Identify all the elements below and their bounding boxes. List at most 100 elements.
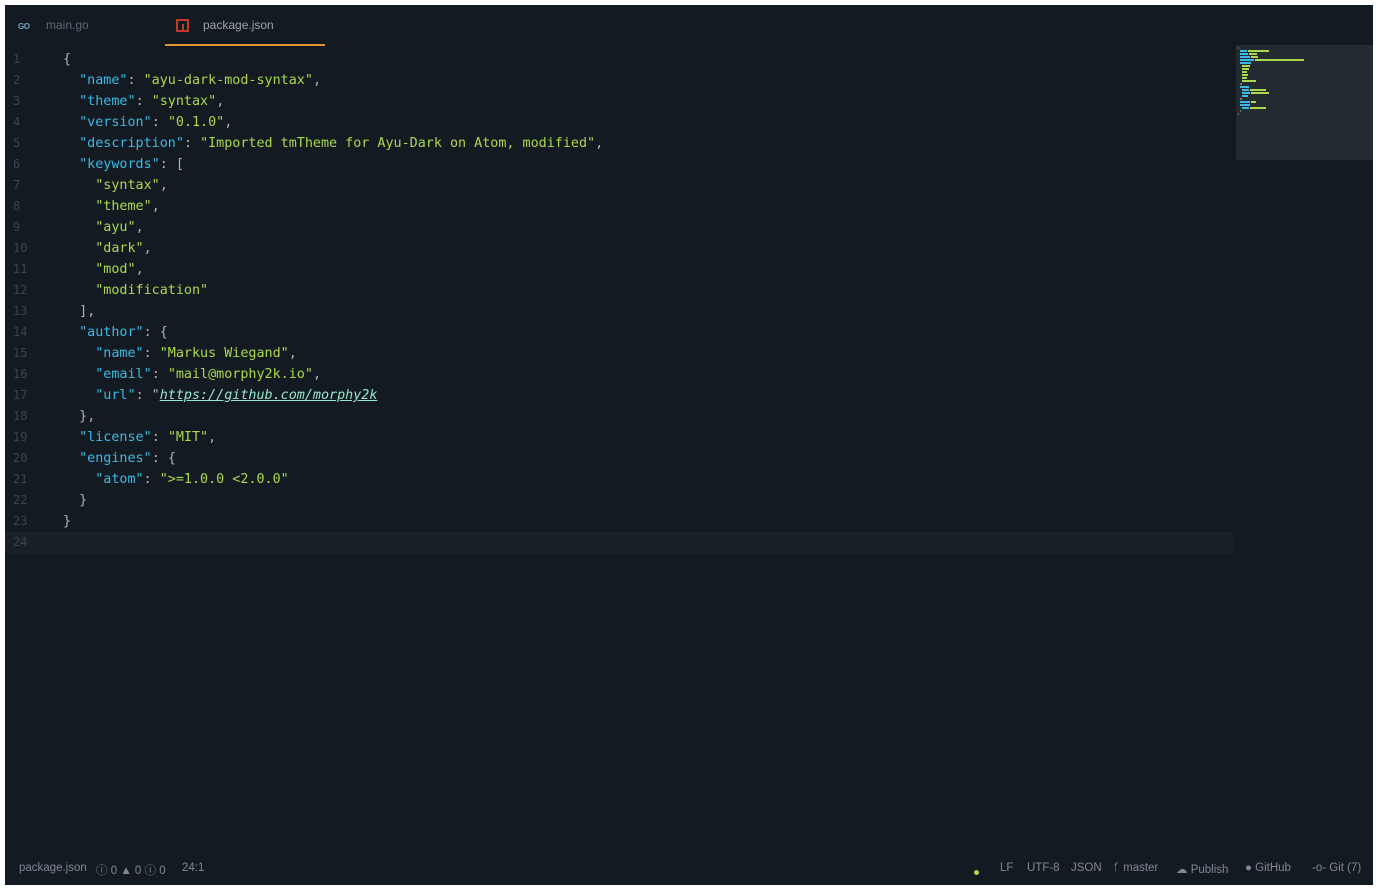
- line-number: 15: [13, 346, 28, 360]
- error-count: 0: [110, 865, 118, 877]
- line-number: 24: [13, 535, 28, 549]
- minimap-token: [1238, 113, 1239, 115]
- minimap-token: [1250, 107, 1266, 109]
- line-number: 10: [13, 241, 28, 255]
- code-line[interactable]: 22 }: [5, 490, 1233, 511]
- minimap-token: [1250, 89, 1266, 91]
- minimap[interactable]: [1236, 45, 1373, 160]
- warning-count: 0: [134, 865, 142, 877]
- line-number: 12: [13, 283, 28, 297]
- status-file-name[interactable]: package.json: [19, 862, 87, 874]
- minimap-token: [1242, 74, 1248, 76]
- git-button[interactable]: -o- Git (7): [1312, 862, 1361, 874]
- line-number: 17: [13, 388, 28, 402]
- line-code: "ayu",: [95, 220, 144, 235]
- line-number: 23: [13, 514, 28, 528]
- line-ending[interactable]: LF: [1000, 862, 1013, 874]
- code-line[interactable]: 3 "theme": "syntax",: [5, 91, 1233, 112]
- code-line[interactable]: 20 "engines": {: [5, 448, 1233, 469]
- minimap-token: [1240, 56, 1250, 58]
- code-line[interactable]: 19 "license": "MIT",: [5, 427, 1233, 448]
- minimap-token: [1251, 56, 1258, 58]
- minimap-token: [1240, 98, 1242, 100]
- branch[interactable]: ᚶ master: [1113, 862, 1158, 874]
- code-line[interactable]: 14 "author": {: [5, 322, 1233, 343]
- code-line[interactable]: 16 "email": "mail@morphy2k.io",: [5, 364, 1233, 385]
- minimap-token: [1240, 104, 1250, 106]
- minimap-token: [1242, 68, 1249, 70]
- code-line[interactable]: 5 "description": "Imported tmTheme for A…: [5, 133, 1233, 154]
- line-number: 14: [13, 325, 28, 339]
- line-number: 13: [13, 304, 28, 318]
- line-code: }: [63, 514, 72, 529]
- code-line[interactable]: 18 },: [5, 406, 1233, 427]
- tab-label: package.json: [203, 18, 274, 32]
- branch-label: master: [1123, 862, 1159, 874]
- editor-window: GO main.go package.json 1{2 "name": "ayu…: [5, 5, 1373, 885]
- line-code: "email": "mail@morphy2k.io",: [95, 367, 321, 382]
- minimap-token: [1242, 107, 1249, 109]
- encoding[interactable]: UTF-8: [1027, 862, 1060, 874]
- go-file-icon: GO: [18, 22, 30, 31]
- code-line[interactable]: 9 "ayu",: [5, 217, 1233, 238]
- line-code: {: [63, 52, 72, 67]
- code-line[interactable]: 24: [5, 532, 1233, 553]
- info-count: 0: [159, 865, 166, 877]
- branch-icon: ᚶ: [1113, 862, 1120, 874]
- minimap-token: [1249, 53, 1257, 55]
- minimap-token: [1251, 101, 1256, 103]
- code-line[interactable]: 13 ],: [5, 301, 1233, 322]
- line-number: 6: [13, 157, 21, 171]
- line-number: 22: [13, 493, 28, 507]
- code-line[interactable]: 2 "name": "ayu-dark-mod-syntax",: [5, 70, 1233, 91]
- code-line[interactable]: 1{: [5, 49, 1233, 70]
- code-line[interactable]: 8 "theme",: [5, 196, 1233, 217]
- line-number: 4: [13, 115, 21, 129]
- git-commit-icon: -o-: [1312, 862, 1327, 874]
- diagnostics[interactable]: ⓘ 0 ▲ 0 ⓘ 0: [96, 862, 166, 878]
- line-number: 5: [13, 136, 21, 150]
- line-code: ],: [79, 304, 96, 319]
- line-number: 21: [13, 472, 28, 486]
- minimap-token: [1251, 92, 1269, 94]
- line-code: "modification": [95, 283, 209, 298]
- github-label: GitHub: [1255, 862, 1291, 874]
- minimap-token: [1248, 50, 1269, 52]
- code-line[interactable]: 23}: [5, 511, 1233, 532]
- code-editor[interactable]: 1{2 "name": "ayu-dark-mod-syntax", 3 "the…: [5, 45, 1233, 865]
- code-line[interactable]: 17 "url": "https://github.com/morphy2k: [5, 385, 1233, 406]
- line-number: 3: [13, 94, 21, 108]
- code-line[interactable]: 10 "dark",: [5, 238, 1233, 259]
- code-line[interactable]: 12 "modification": [5, 280, 1233, 301]
- minimap-token: [1240, 59, 1254, 61]
- tab-main-go[interactable]: GO main.go: [5, 5, 155, 45]
- tab-package-json[interactable]: package.json: [165, 5, 325, 46]
- publish-button[interactable]: ☁ Publish: [1176, 862, 1228, 876]
- line-number: 19: [13, 430, 28, 444]
- code-line[interactable]: 21 "atom": ">=1.0.0 <2.0.0": [5, 469, 1233, 490]
- code-line[interactable]: 4 "version": "0.1.0",: [5, 112, 1233, 133]
- line-code: "atom": ">=1.0.0 <2.0.0": [95, 472, 289, 487]
- line-number: 16: [13, 367, 28, 381]
- line-number: 9: [13, 220, 21, 234]
- grammar[interactable]: JSON: [1071, 862, 1102, 874]
- minimap-token: [1240, 101, 1250, 103]
- tab-bar: GO main.go package.json: [5, 5, 1373, 46]
- minimap-token: [1240, 50, 1247, 52]
- code-line[interactable]: 7 "syntax",: [5, 175, 1233, 196]
- code-line[interactable]: 6 "keywords": [: [5, 154, 1233, 175]
- minimap-token: [1240, 86, 1249, 88]
- github-button[interactable]: ● GitHub: [1245, 862, 1291, 874]
- cursor-position[interactable]: 24:1: [182, 862, 204, 874]
- minimap-token: [1242, 65, 1250, 67]
- cloud-upload-icon: ☁: [1176, 864, 1188, 876]
- code-line[interactable]: 11 "mod",: [5, 259, 1233, 280]
- line-code: "dark",: [95, 241, 152, 256]
- code-line[interactable]: 15 "name": "Markus Wiegand",: [5, 343, 1233, 364]
- minimap-token: [1240, 110, 1241, 112]
- line-code: "keywords": [: [79, 157, 184, 172]
- line-code: "theme",: [95, 199, 160, 214]
- line-code: "engines": {: [79, 451, 176, 466]
- minimap-token: [1242, 71, 1247, 73]
- line-code: "name": "ayu-dark-mod-syntax",: [79, 73, 321, 88]
